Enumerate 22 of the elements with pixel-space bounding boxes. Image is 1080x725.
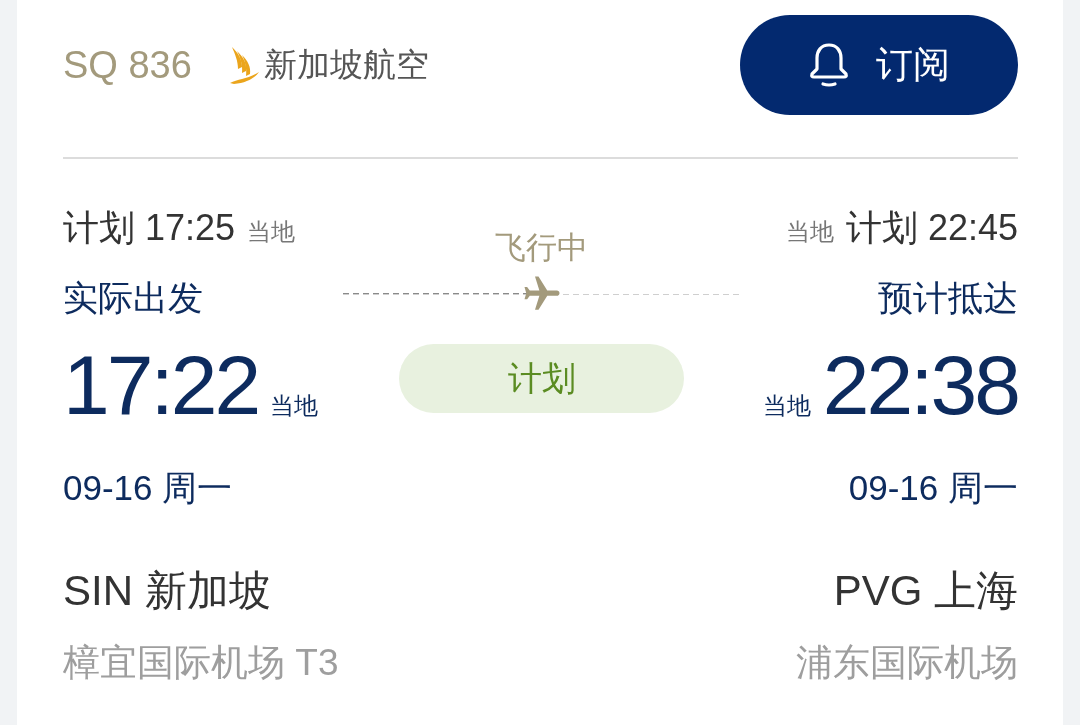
local-time-label: 当地: [247, 217, 296, 247]
subscribe-button[interactable]: 订阅: [740, 15, 1018, 115]
local-time-label: 当地: [270, 391, 319, 421]
airline-name: 新加坡航空: [263, 45, 429, 85]
local-time-label: 当地: [762, 391, 811, 421]
actual-time: 17:22: [63, 337, 259, 433]
flight-number: SQ 836: [63, 43, 192, 88]
airport-city: PVG 上海: [833, 566, 1018, 616]
scheduled-time: 计划 17:25: [63, 206, 236, 250]
bell-icon: [808, 42, 850, 88]
airport-name: 樟宜国际机场 T3: [63, 641, 339, 685]
flight-status-label: 飞行中: [495, 229, 588, 267]
flight-date: 09-16 周一: [63, 467, 233, 509]
scheduled-time: 计划 22:45: [845, 206, 1018, 250]
airport-city: SIN 新加坡: [63, 566, 271, 616]
time-status-label: 实际出发: [63, 277, 203, 319]
actual-time: 22:38: [822, 337, 1018, 433]
local-time-label: 当地: [785, 217, 834, 247]
time-status-label: 预计抵达: [878, 277, 1018, 319]
airport-name: 浦东国际机场: [796, 641, 1018, 685]
flight-date: 09-16 周一: [848, 467, 1018, 509]
status-badge: 计划: [399, 344, 684, 413]
